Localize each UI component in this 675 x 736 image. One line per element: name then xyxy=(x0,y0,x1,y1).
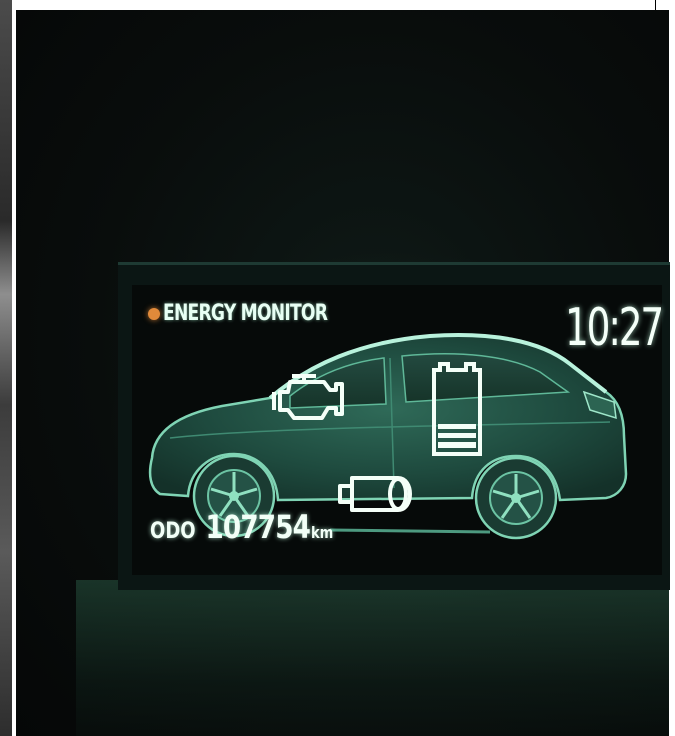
odometer-value: 107754 xyxy=(205,508,311,546)
left-border-strip xyxy=(0,0,12,736)
photo-frame: ENERGY MONITOR 10:27 ODO 107754 km xyxy=(0,0,675,736)
display-title: ENERGY MONITOR xyxy=(163,301,328,326)
drive-line xyxy=(329,528,491,534)
lower-glow xyxy=(76,580,669,736)
clock-readout: 10:27 xyxy=(565,298,664,358)
odometer-label: ODO xyxy=(150,519,196,544)
indicator-dot-icon xyxy=(148,308,160,320)
front-wheel xyxy=(474,456,558,540)
odometer: ODO 107754 km xyxy=(150,508,333,546)
top-edge-line xyxy=(655,0,656,10)
odometer-unit: km xyxy=(310,523,334,542)
